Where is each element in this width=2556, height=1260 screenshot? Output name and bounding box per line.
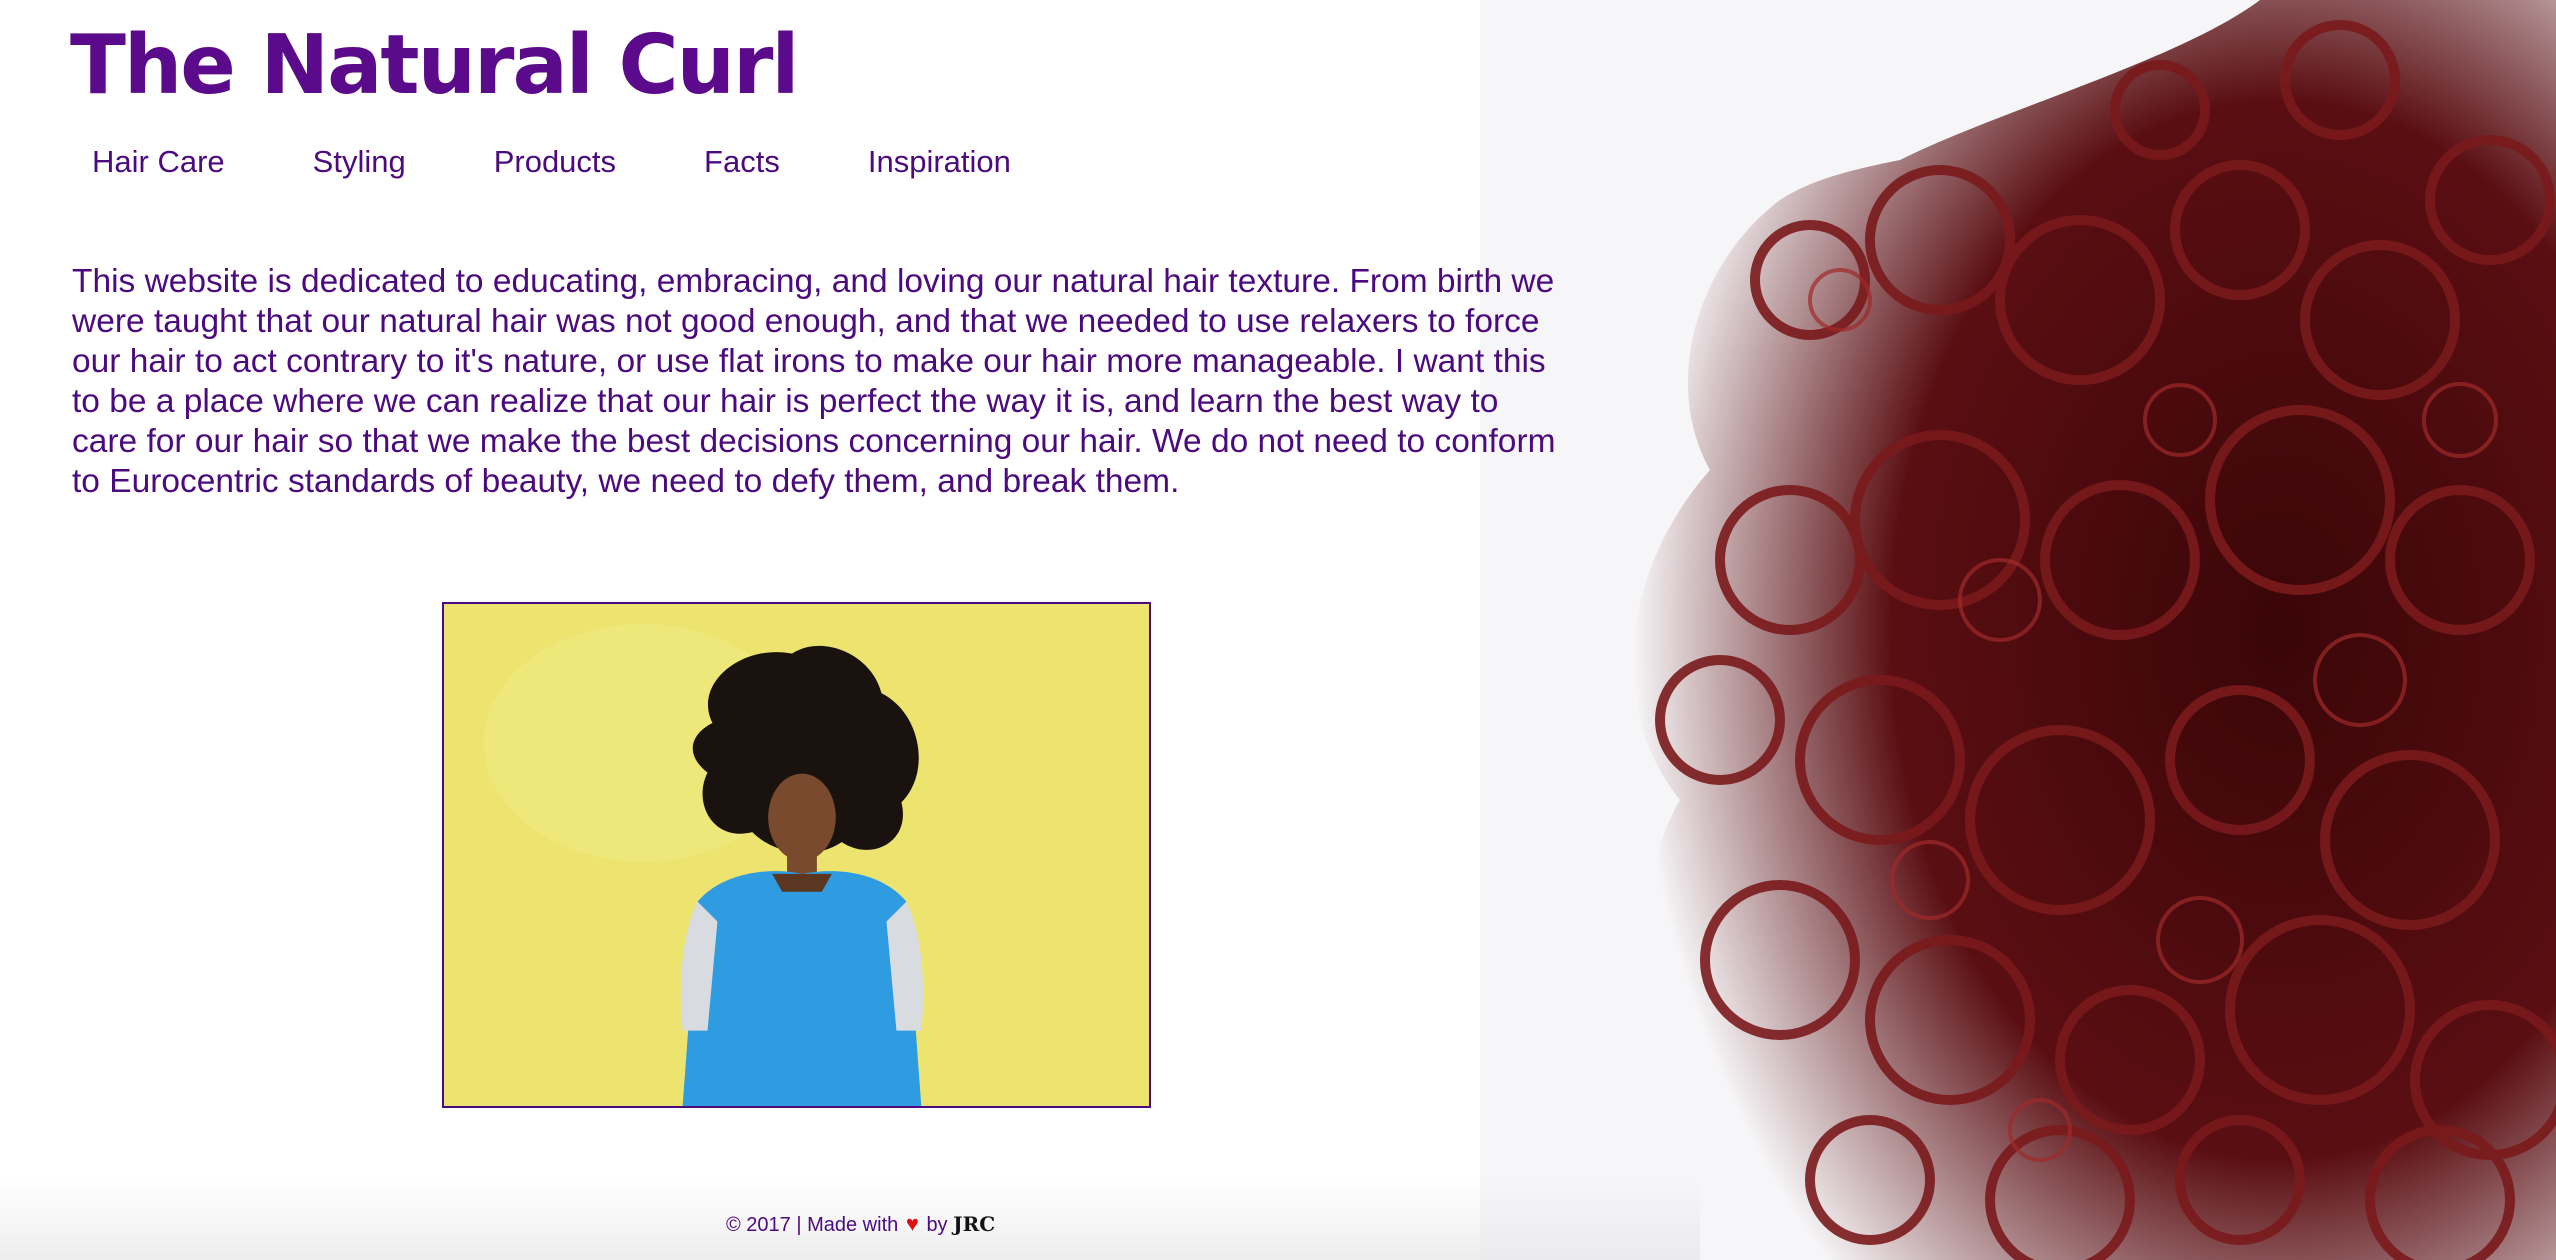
signature-logo: JRC xyxy=(953,1212,996,1236)
nav-item-inspiration[interactable]: Inspiration xyxy=(868,144,1011,180)
footer-copyright: © 2017 | Made with xyxy=(726,1214,899,1236)
nav-item-products[interactable]: Products xyxy=(494,144,616,180)
curly-hair-background-image xyxy=(1480,0,2556,1260)
main-nav: Hair Care Styling Products Facts Inspira… xyxy=(92,144,1099,180)
woman-afro-photo xyxy=(442,602,1151,1108)
nav-item-facts[interactable]: Facts xyxy=(704,144,780,180)
nav-item-styling[interactable]: Styling xyxy=(313,144,406,180)
intro-paragraph: This website is dedicated to educating, … xyxy=(72,263,1556,500)
footer-by: by xyxy=(926,1214,948,1236)
footer: © 2017 | Made with ♥ by JRC xyxy=(726,1211,995,1237)
heart-icon: ♥ xyxy=(905,1211,919,1236)
nav-item-hair-care[interactable]: Hair Care xyxy=(92,144,225,180)
site-title: The Natural Curl xyxy=(70,18,800,113)
